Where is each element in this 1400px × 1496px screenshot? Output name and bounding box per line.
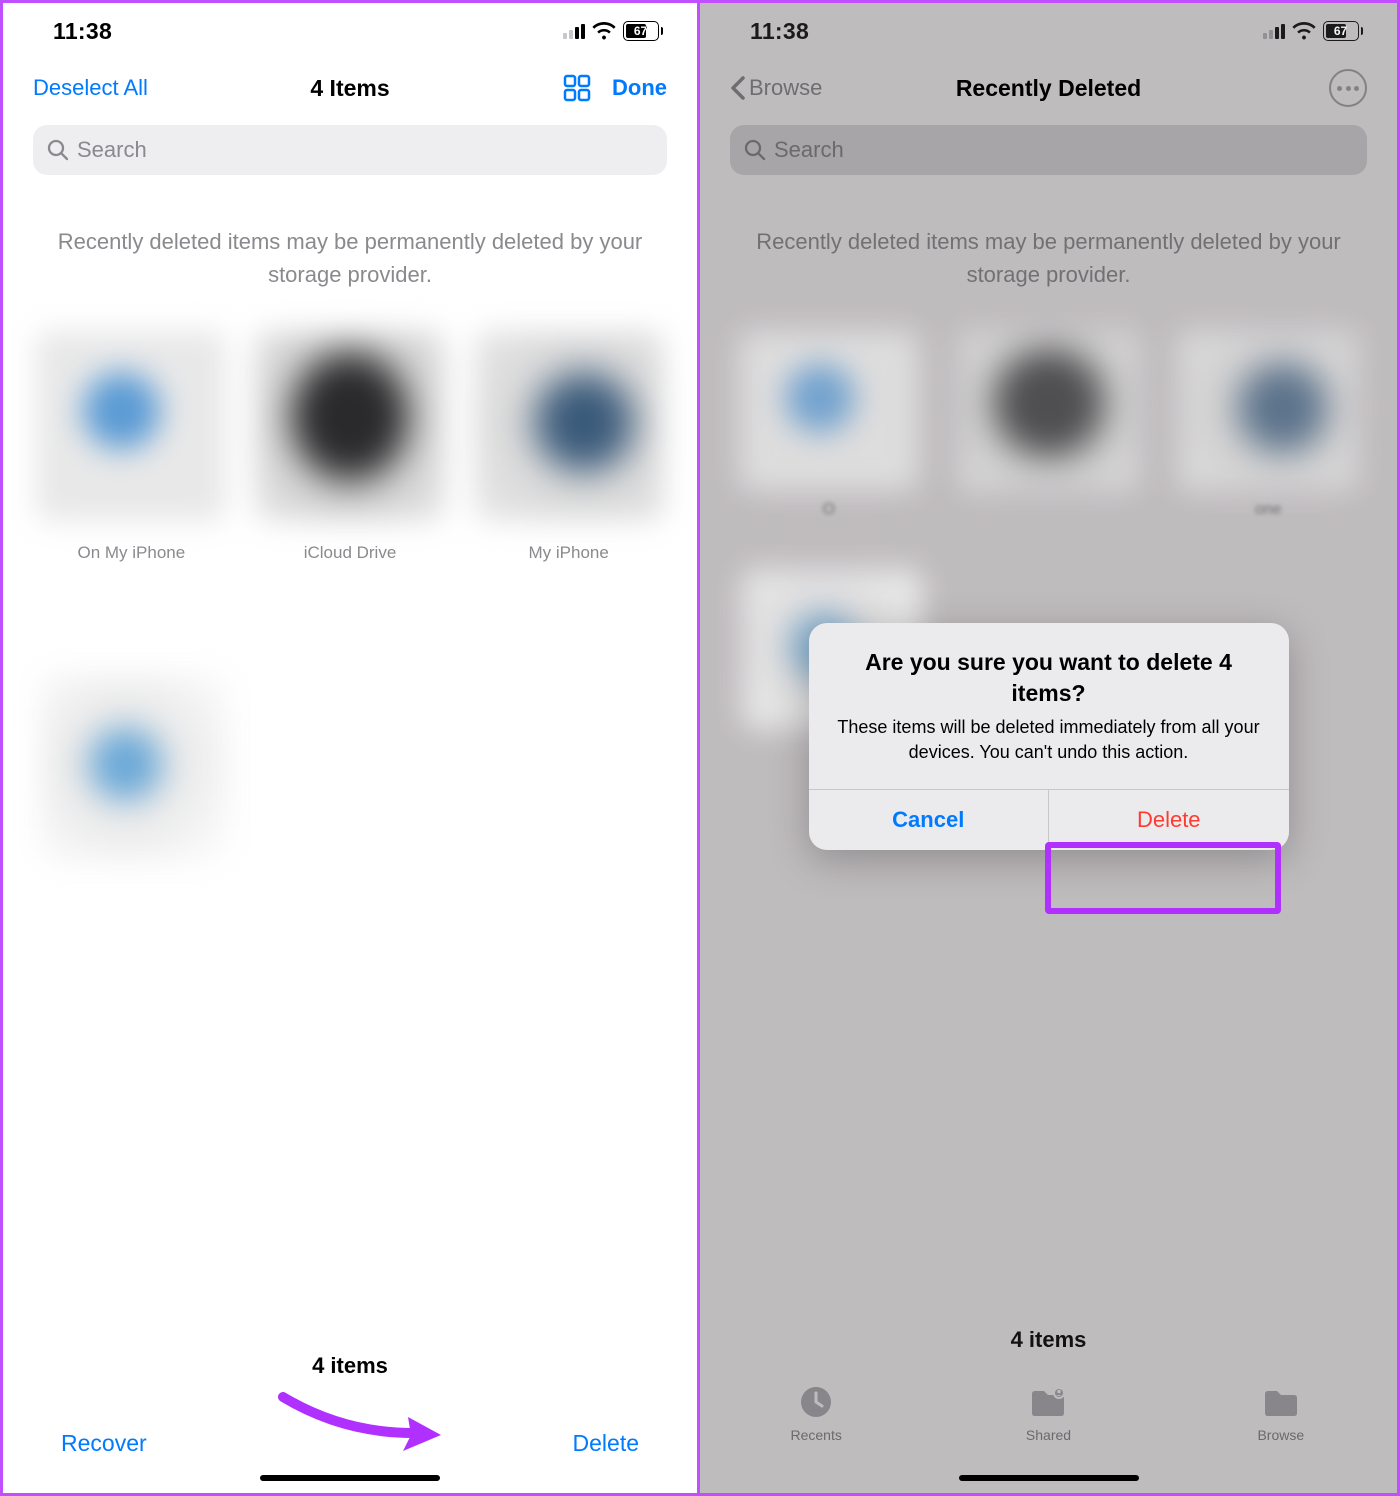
file-grid-row-2: [25, 673, 675, 863]
deselect-all-button[interactable]: Deselect All: [33, 75, 148, 101]
status-time: 11:38: [53, 18, 112, 45]
status-bar: 11:38 67: [700, 3, 1397, 59]
screenshot-right: 11:38 67 Browse Recently Deleted S: [700, 0, 1400, 1496]
file-thumbnail: [959, 331, 1139, 491]
file-item[interactable]: [25, 673, 245, 863]
clock-icon: [794, 1383, 838, 1421]
item-count: 4 items: [1011, 1327, 1087, 1353]
nav-title: Recently Deleted: [956, 75, 1141, 102]
file-thumbnail: [739, 331, 919, 491]
file-location-label: O: [823, 501, 835, 519]
tab-recents[interactable]: Recents: [700, 1383, 932, 1493]
tab-label: Browse: [1257, 1427, 1304, 1443]
battery-icon: 67: [1323, 21, 1364, 41]
status-indicators: 67: [1263, 21, 1364, 41]
file-thumbnail: [1178, 331, 1358, 491]
file-item[interactable]: iCloud Drive: [244, 331, 457, 563]
tab-label: Recents: [790, 1427, 841, 1443]
file-thumbnail: [255, 331, 445, 521]
tab-label: Shared: [1026, 1427, 1071, 1443]
nav-bar: Deselect All 4 Items Done: [3, 59, 697, 117]
dialog-title: Are you sure you want to delete 4 items?: [837, 647, 1261, 709]
wifi-icon: [592, 22, 616, 40]
file-item[interactable]: one: [1161, 331, 1375, 519]
file-location-label: one: [1255, 501, 1282, 519]
file-thumbnail: [40, 673, 230, 863]
file-item[interactable]: O: [722, 331, 936, 519]
ellipsis-icon: [1337, 86, 1359, 91]
file-grid: O one: [722, 331, 1375, 519]
nav-bar: Browse Recently Deleted: [700, 59, 1397, 117]
wifi-icon: [1292, 22, 1316, 40]
status-indicators: 67: [563, 21, 664, 41]
search-field[interactable]: Search: [33, 125, 667, 175]
screenshot-left: 11:38 67 Deselect All 4 Items Done: [0, 0, 700, 1496]
chevron-left-icon: [730, 76, 746, 100]
search-placeholder: Search: [77, 137, 147, 163]
cancel-button[interactable]: Cancel: [809, 790, 1049, 850]
done-button[interactable]: Done: [612, 75, 667, 101]
dialog-message: These items will be deleted immediately …: [837, 715, 1261, 765]
cellular-signal-icon: [1263, 23, 1285, 39]
search-icon: [744, 139, 766, 161]
folder-icon: [1259, 1383, 1303, 1421]
status-bar: 11:38 67: [3, 3, 697, 59]
delete-button[interactable]: Delete: [573, 1430, 639, 1457]
status-time: 11:38: [750, 18, 809, 45]
battery-icon: 67: [623, 21, 664, 41]
search-field[interactable]: Search: [730, 125, 1367, 175]
cellular-signal-icon: [563, 23, 585, 39]
more-menu-button[interactable]: [1329, 69, 1367, 107]
file-location-label: My iPhone: [529, 543, 609, 563]
file-grid: On My iPhone iCloud Drive My iPhone: [25, 331, 675, 563]
item-count: 4 items: [312, 1353, 388, 1379]
back-label: Browse: [749, 75, 822, 101]
search-placeholder: Search: [774, 137, 844, 163]
file-location-label: On My iPhone: [77, 543, 185, 563]
home-indicator: [959, 1475, 1139, 1481]
file-item[interactable]: My iPhone: [462, 331, 675, 563]
shared-folder-icon: [1026, 1383, 1070, 1421]
file-location-label: iCloud Drive: [304, 543, 397, 563]
search-icon: [47, 139, 69, 161]
recover-button[interactable]: Recover: [61, 1430, 147, 1457]
confirm-delete-button[interactable]: Delete: [1048, 790, 1289, 850]
file-thumbnail: [36, 331, 226, 521]
file-item[interactable]: On My iPhone: [25, 331, 238, 563]
notice-text: Recently deleted items may be permanentl…: [730, 225, 1367, 291]
notice-text: Recently deleted items may be permanentl…: [33, 225, 667, 291]
annotation-highlight-box: [1045, 842, 1281, 914]
file-item[interactable]: [942, 331, 1156, 519]
back-button[interactable]: Browse: [730, 75, 822, 101]
home-indicator: [260, 1475, 440, 1481]
grid-view-icon[interactable]: [562, 73, 592, 103]
confirm-delete-dialog: Are you sure you want to delete 4 items?…: [809, 623, 1289, 850]
nav-title: 4 Items: [310, 75, 389, 102]
file-thumbnail: [474, 331, 664, 521]
tab-browse[interactable]: Browse: [1165, 1383, 1397, 1493]
